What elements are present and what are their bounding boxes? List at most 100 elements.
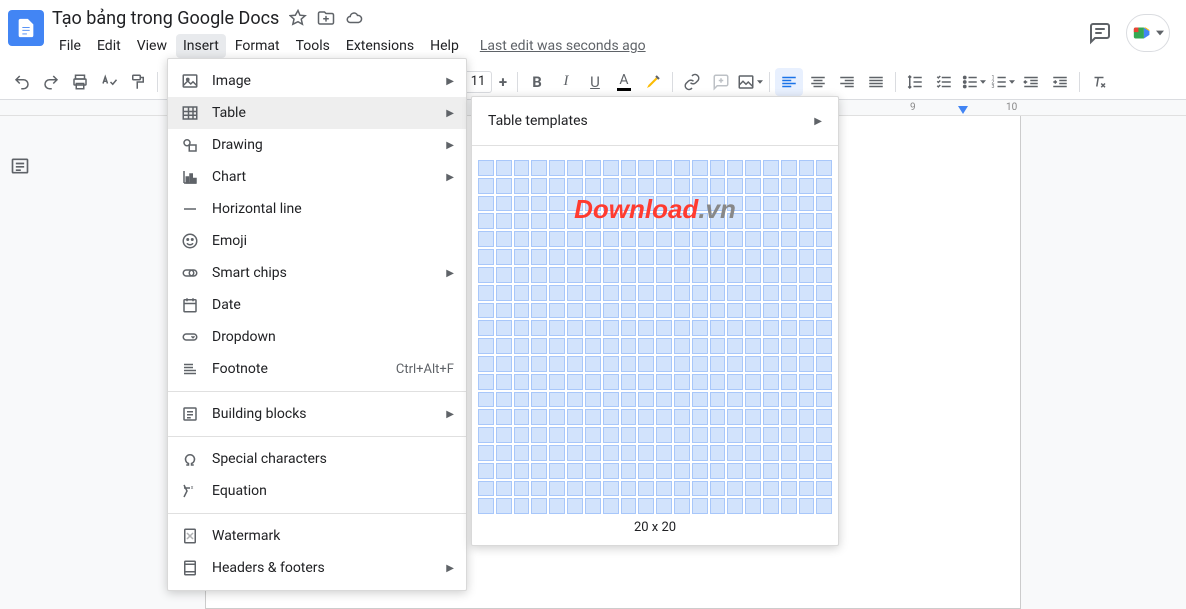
grid-cell[interactable]: [710, 303, 726, 319]
grid-cell[interactable]: [763, 231, 779, 247]
font-size-increase[interactable]: +: [494, 71, 512, 93]
grid-cell[interactable]: [674, 481, 690, 497]
grid-cell[interactable]: [531, 392, 547, 408]
menu-item-chart[interactable]: Chart▶: [168, 161, 466, 193]
grid-cell[interactable]: [514, 463, 530, 479]
grid-cell[interactable]: [496, 213, 512, 229]
grid-cell[interactable]: [656, 445, 672, 461]
grid-cell[interactable]: [478, 303, 494, 319]
grid-cell[interactable]: [496, 427, 512, 443]
grid-cell[interactable]: [621, 392, 637, 408]
grid-cell[interactable]: [799, 320, 815, 336]
grid-cell[interactable]: [727, 392, 743, 408]
grid-cell[interactable]: [674, 338, 690, 354]
grid-cell[interactable]: [816, 249, 832, 265]
grid-cell[interactable]: [567, 374, 583, 390]
grid-cell[interactable]: [478, 392, 494, 408]
grid-cell[interactable]: [674, 463, 690, 479]
grid-cell[interactable]: [585, 409, 601, 425]
menu-format[interactable]: Format: [228, 34, 287, 58]
align-right-icon[interactable]: [833, 68, 861, 96]
grid-cell[interactable]: [692, 374, 708, 390]
grid-cell[interactable]: [781, 178, 797, 194]
grid-cell[interactable]: [816, 392, 832, 408]
menu-item-table[interactable]: Table▶: [168, 97, 466, 129]
grid-cell[interactable]: [531, 213, 547, 229]
menu-item-date[interactable]: Date: [168, 289, 466, 321]
grid-cell[interactable]: [799, 498, 815, 514]
table-templates-item[interactable]: Table templates ▶: [472, 103, 838, 139]
font-size-value[interactable]: 11: [464, 71, 492, 93]
grid-cell[interactable]: [585, 178, 601, 194]
grid-cell[interactable]: [478, 356, 494, 372]
grid-cell[interactable]: [745, 409, 761, 425]
grid-cell[interactable]: [745, 303, 761, 319]
grid-cell[interactable]: [585, 392, 601, 408]
grid-cell[interactable]: [727, 498, 743, 514]
grid-cell[interactable]: [585, 303, 601, 319]
grid-cell[interactable]: [710, 374, 726, 390]
grid-cell[interactable]: [799, 231, 815, 247]
grid-cell[interactable]: [567, 338, 583, 354]
grid-cell[interactable]: [478, 267, 494, 283]
grid-cell[interactable]: [585, 160, 601, 176]
grid-cell[interactable]: [638, 285, 654, 301]
underline-icon[interactable]: U: [581, 68, 609, 96]
grid-cell[interactable]: [816, 285, 832, 301]
menu-item-special-characters[interactable]: Special characters: [168, 443, 466, 475]
grid-cell[interactable]: [549, 231, 565, 247]
grid-cell[interactable]: [816, 178, 832, 194]
grid-cell[interactable]: [763, 303, 779, 319]
grid-cell[interactable]: [692, 445, 708, 461]
grid-cell[interactable]: [549, 463, 565, 479]
grid-cell[interactable]: [727, 481, 743, 497]
grid-cell[interactable]: [674, 427, 690, 443]
grid-cell[interactable]: [585, 267, 601, 283]
grid-cell[interactable]: [816, 196, 832, 212]
grid-cell[interactable]: [603, 213, 619, 229]
paint-format-icon[interactable]: [124, 68, 152, 96]
grid-cell[interactable]: [603, 196, 619, 212]
grid-cell[interactable]: [549, 392, 565, 408]
grid-cell[interactable]: [745, 249, 761, 265]
grid-cell[interactable]: [674, 213, 690, 229]
grid-cell[interactable]: [656, 356, 672, 372]
grid-cell[interactable]: [816, 320, 832, 336]
grid-cell[interactable]: [514, 498, 530, 514]
grid-cell[interactable]: [567, 213, 583, 229]
grid-cell[interactable]: [531, 320, 547, 336]
numbered-list-icon[interactable]: 123: [988, 68, 1016, 96]
grid-cell[interactable]: [478, 178, 494, 194]
document-title[interactable]: Tạo bảng trong Google Docs: [52, 8, 279, 29]
grid-cell[interactable]: [621, 498, 637, 514]
docs-logo[interactable]: [8, 10, 44, 46]
grid-cell[interactable]: [567, 356, 583, 372]
grid-cell[interactable]: [638, 160, 654, 176]
grid-cell[interactable]: [710, 178, 726, 194]
grid-cell[interactable]: [745, 196, 761, 212]
grid-cell[interactable]: [745, 267, 761, 283]
grid-cell[interactable]: [514, 374, 530, 390]
grid-cell[interactable]: [710, 249, 726, 265]
grid-cell[interactable]: [727, 374, 743, 390]
grid-cell[interactable]: [656, 338, 672, 354]
grid-cell[interactable]: [763, 249, 779, 265]
grid-cell[interactable]: [816, 481, 832, 497]
menu-file[interactable]: File: [52, 34, 88, 58]
grid-cell[interactable]: [710, 409, 726, 425]
grid-cell[interactable]: [763, 481, 779, 497]
grid-cell[interactable]: [710, 481, 726, 497]
grid-cell[interactable]: [514, 481, 530, 497]
grid-cell[interactable]: [710, 320, 726, 336]
italic-icon[interactable]: I: [552, 68, 580, 96]
grid-cell[interactable]: [656, 427, 672, 443]
grid-cell[interactable]: [745, 320, 761, 336]
move-icon[interactable]: [317, 9, 335, 27]
grid-cell[interactable]: [799, 285, 815, 301]
grid-cell[interactable]: [621, 463, 637, 479]
grid-cell[interactable]: [781, 338, 797, 354]
grid-cell[interactable]: [603, 374, 619, 390]
grid-cell[interactable]: [549, 356, 565, 372]
grid-cell[interactable]: [781, 285, 797, 301]
grid-cell[interactable]: [674, 356, 690, 372]
